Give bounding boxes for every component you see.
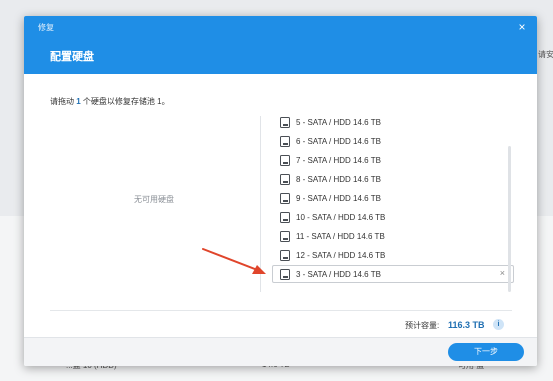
disk-label: 9 - SATA / HDD 14.6 TB (296, 193, 381, 203)
disk-label: 8 - SATA / HDD 14.6 TB (296, 174, 381, 184)
disk-item[interactable]: 6 - SATA / HDD 14.6 TB (280, 133, 381, 149)
hard-drive-icon (280, 154, 290, 166)
available-disks-empty-label: 无可用硬盘 (134, 195, 174, 204)
instruction-prefix: 请拖动 (50, 97, 77, 106)
dialog-title: 配置硬盘 (50, 51, 94, 63)
selected-disk-item[interactable]: 3 - SATA / HDD 14.6 TB × (272, 265, 514, 283)
remove-disk-icon[interactable]: × (500, 268, 505, 278)
instruction-text: 请拖动 1 个硬盘以修复存储池 1。 (50, 96, 170, 107)
disk-list-scrollbar[interactable] (508, 146, 511, 292)
disk-item[interactable]: 12 - SATA / HDD 14.6 TB (280, 247, 385, 263)
disk-item[interactable]: 7 - SATA / HDD 14.6 TB (280, 152, 381, 168)
disk-item[interactable]: 11 - SATA / HDD 14.6 TB (280, 228, 385, 244)
hard-drive-icon (280, 192, 290, 204)
hard-drive-icon (280, 249, 290, 261)
disk-label: 10 - SATA / HDD 14.6 TB (296, 212, 386, 222)
hard-drive-icon (280, 116, 290, 128)
disk-label: 6 - SATA / HDD 14.6 TB (296, 136, 381, 146)
next-button[interactable]: 下一步 (448, 343, 524, 361)
close-icon[interactable]: × (515, 20, 529, 34)
annotation-arrow-icon (202, 248, 266, 274)
estimated-capacity-value: 116.3 TB (448, 320, 485, 330)
dialog-header: 修复 配置硬盘 × (24, 16, 537, 74)
disk-item[interactable]: 10 - SATA / HDD 14.6 TB (280, 209, 385, 225)
hard-drive-icon (280, 135, 290, 147)
disk-item[interactable]: 5 - SATA / HDD 14.6 TB (280, 114, 381, 130)
disk-label: 12 - SATA / HDD 14.6 TB (296, 250, 386, 260)
disk-label: 5 - SATA / HDD 14.6 TB (296, 117, 381, 127)
selected-disk-label: 3 - SATA / HDD 14.6 TB (296, 269, 381, 279)
dialog-small-title: 修复 (38, 23, 54, 32)
repair-dialog: 修复 配置硬盘 × 请拖动 1 个硬盘以修复存储池 1。 无可用硬盘 5 - S… (24, 16, 537, 366)
estimated-capacity-label: 预计容量: (405, 321, 440, 330)
info-icon[interactable]: i (493, 319, 504, 330)
disk-item[interactable]: 8 - SATA / HDD 14.6 TB (280, 171, 381, 187)
disk-label: 11 - SATA / HDD 14.6 TB (296, 231, 385, 241)
footer-divider (50, 310, 512, 311)
disk-label: 7 - SATA / HDD 14.6 TB (296, 155, 381, 165)
disk-item[interactable]: 9 - SATA / HDD 14.6 TB (280, 190, 381, 206)
hard-drive-icon (280, 230, 290, 242)
hard-drive-icon (280, 268, 290, 280)
instruction-suffix: 个硬盘以修复存储池 1。 (80, 97, 170, 106)
background-side-text: 请安 (538, 50, 553, 59)
hard-drive-icon (280, 173, 290, 185)
hard-drive-icon (280, 211, 290, 223)
